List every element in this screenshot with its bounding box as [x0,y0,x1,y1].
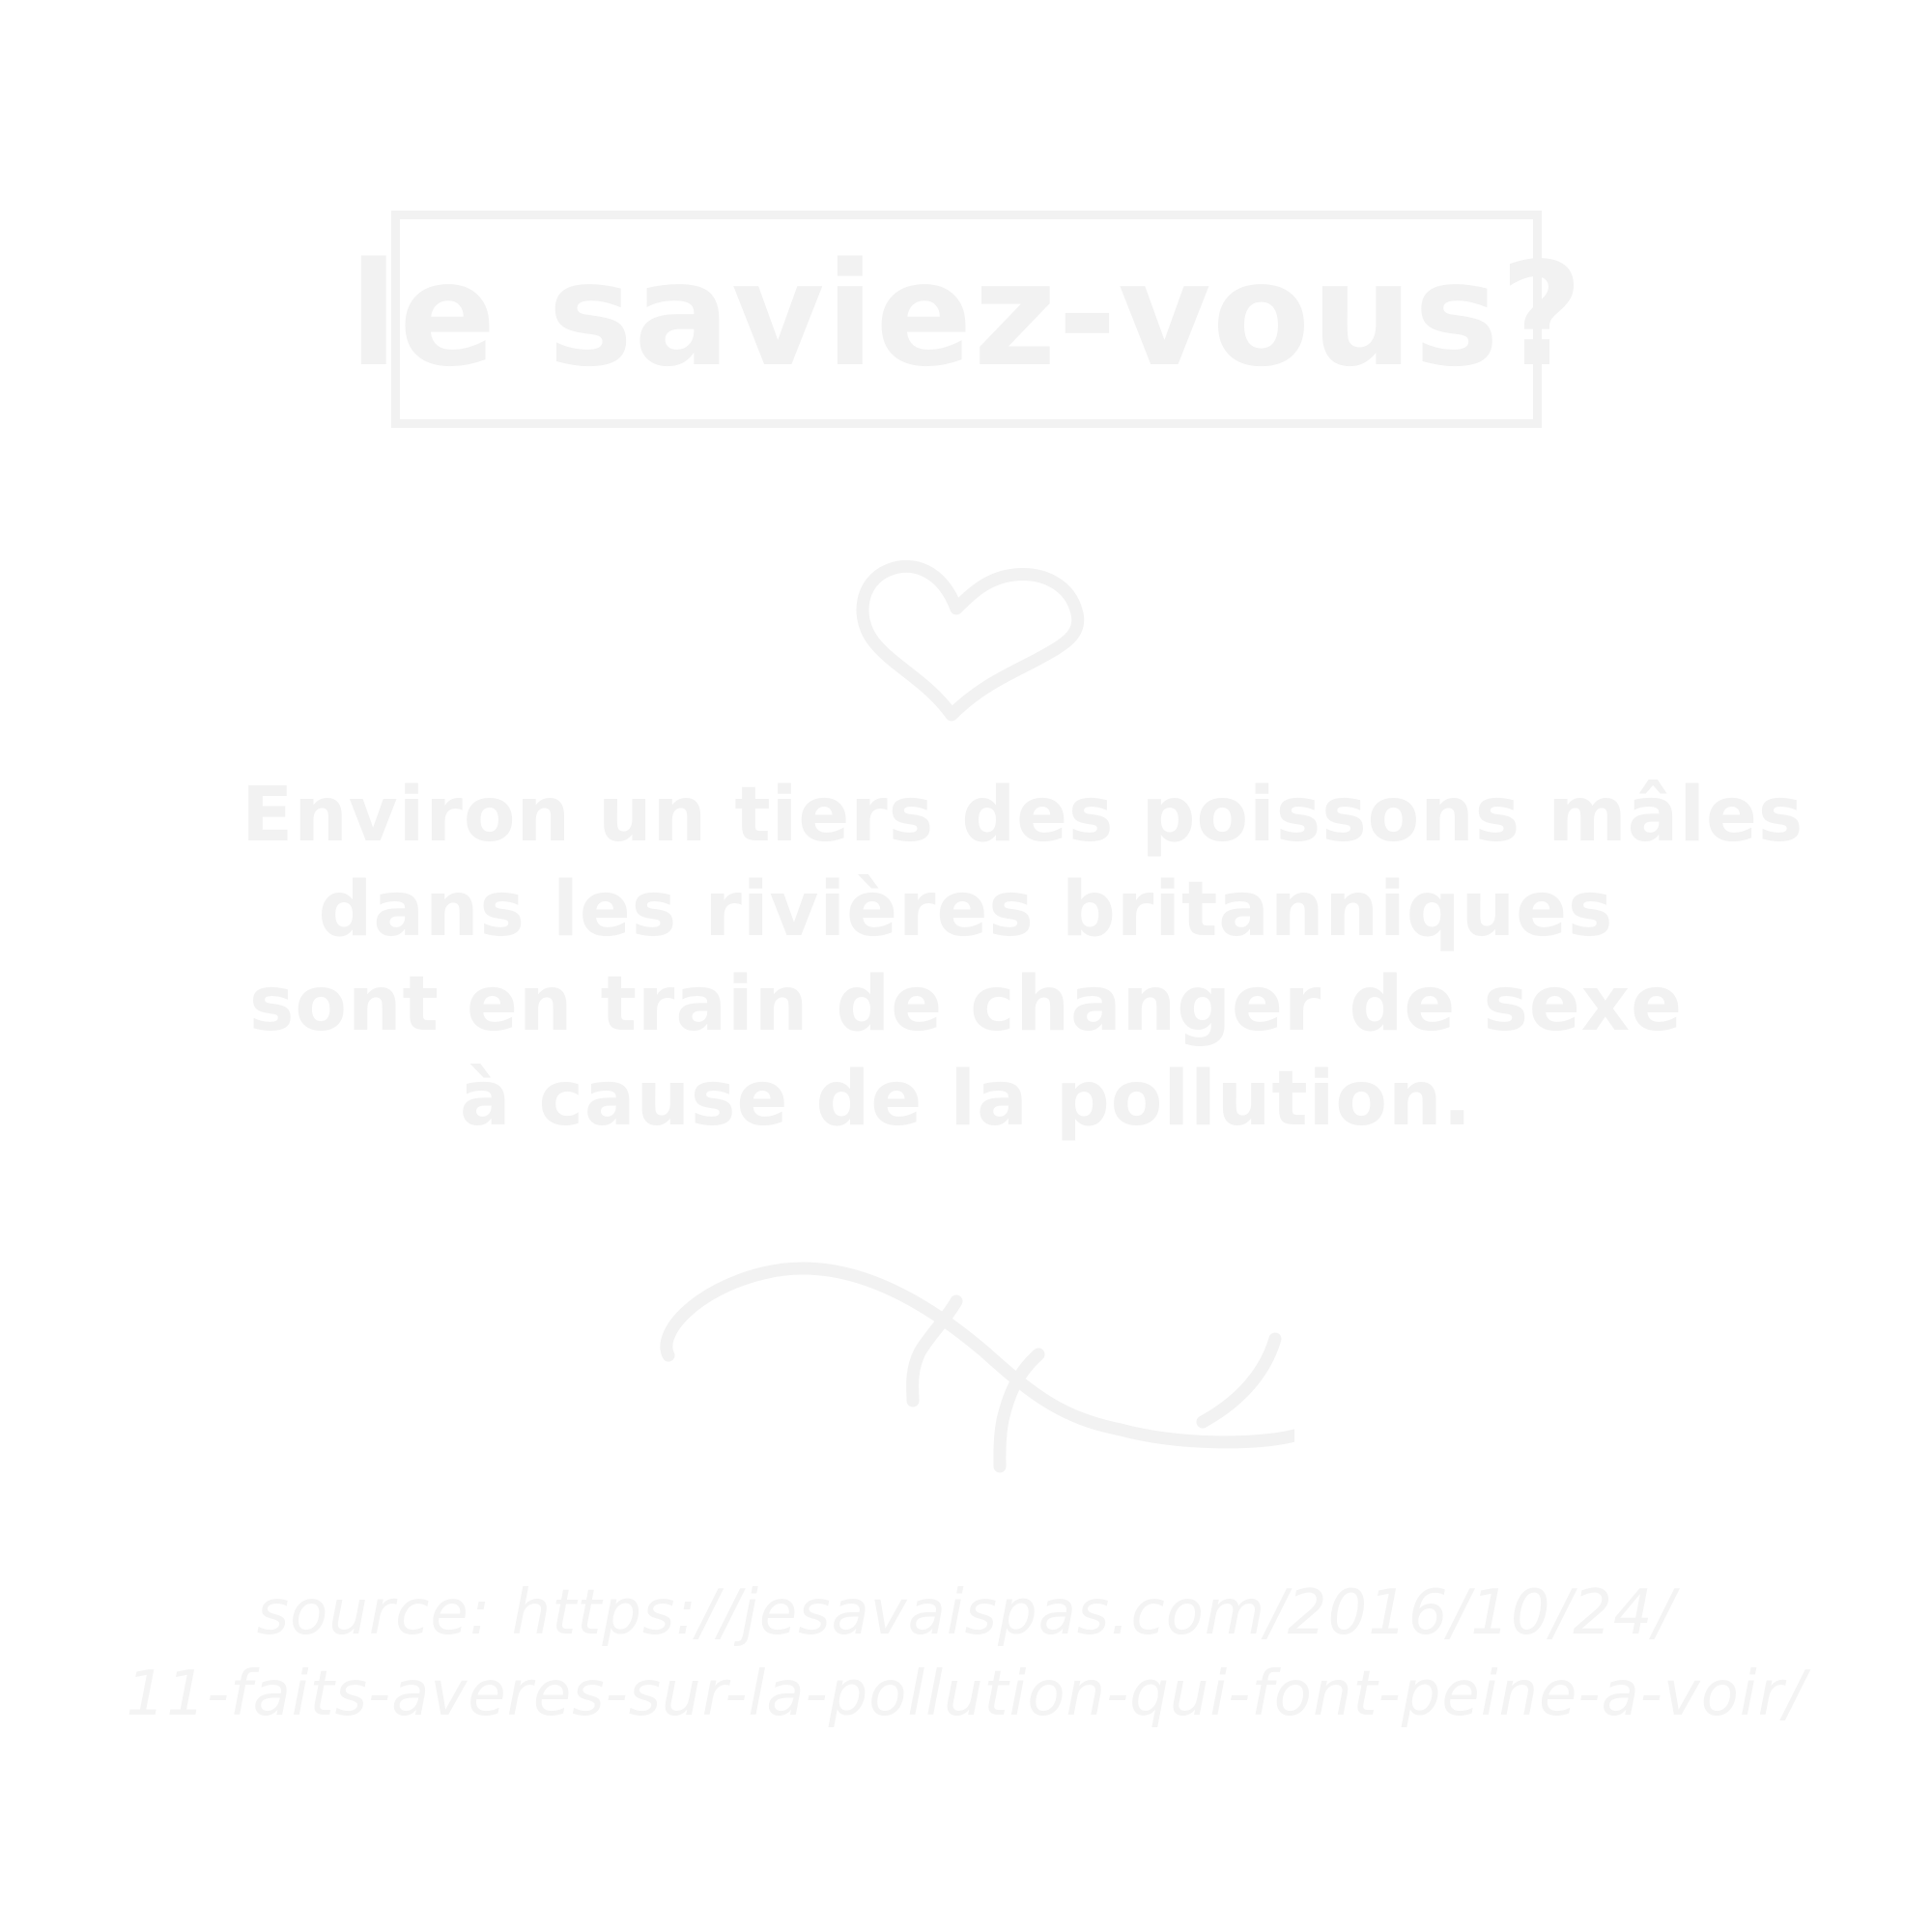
fact-line: à cause de la pollution. [459,1056,1473,1143]
fact-line: dans les rivières britanniques [318,867,1614,953]
source-line: 11-faits-averes-sur-la-pollution-qui-fon… [126,1659,1806,1730]
page-title: le saviez-vous? [349,231,1584,398]
source-line: source: https://jesavaispas.com/2016/10/… [256,1577,1676,1649]
title-frame: le saviez-vous? [349,211,1583,428]
heart-icon [856,559,1085,722]
flourish-icon [660,1262,1294,1473]
source-citation: source: https://jesavaispas.com/2016/10/… [97,1573,1835,1735]
fact-card: le saviez-vous? Environ un tiers des poi… [0,0,1932,1932]
fact-line: Environ un tiers des poissons mâles [242,772,1804,859]
fact-line: sont en train de changer de sexe [249,961,1683,1048]
fact-text: Environ un tiers des poissons mâles dans… [242,768,1804,1147]
